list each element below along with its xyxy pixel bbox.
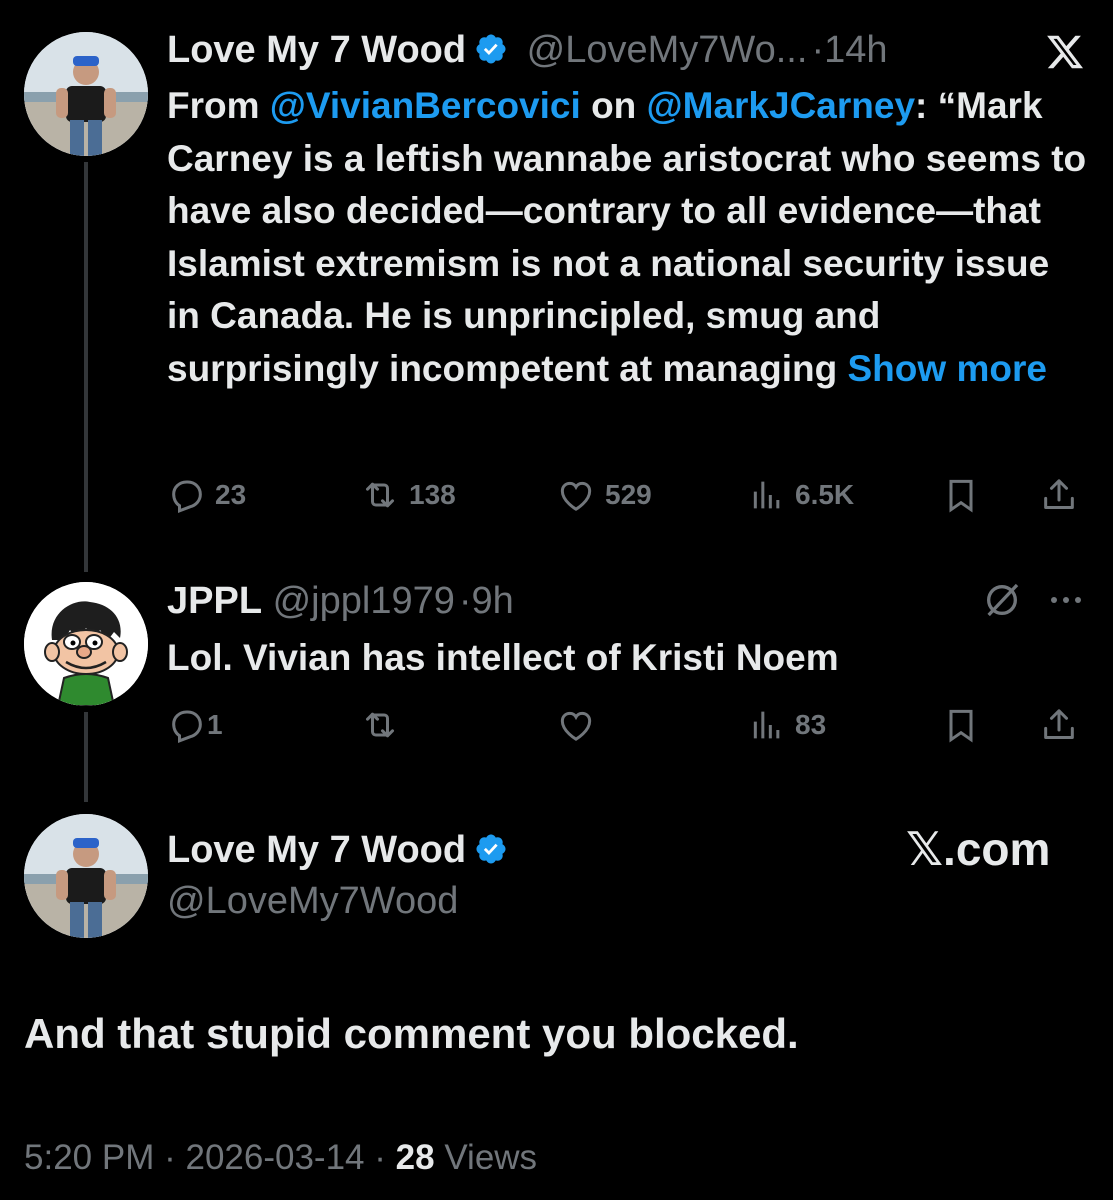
share-icon bbox=[1044, 709, 1074, 739]
text-colon: : bbox=[915, 85, 928, 126]
verified-badge-icon bbox=[474, 30, 508, 78]
post-meta: 5:20 PM · 2026-03-14 · 28 Views bbox=[24, 1133, 537, 1183]
reply-count: 1 bbox=[207, 709, 223, 740]
post-text: Lol. Vivian has intellect of Kristi Noem bbox=[167, 637, 839, 678]
grok-icon[interactable] bbox=[982, 580, 1022, 625]
bookmark-button[interactable] bbox=[941, 475, 981, 515]
avatar[interactable] bbox=[24, 32, 148, 156]
repost-button[interactable]: 138 bbox=[359, 475, 456, 515]
post-body: “Mark Carney is a leftish wannabe aristo… bbox=[167, 85, 1087, 389]
post-time[interactable]: 5:20 PM bbox=[24, 1138, 154, 1177]
more-icon[interactable] bbox=[1046, 588, 1086, 617]
text-on: on bbox=[591, 85, 637, 126]
bookmark-icon bbox=[949, 479, 973, 513]
thread-line-1 bbox=[84, 162, 88, 572]
repost-icon bbox=[366, 482, 394, 508]
views-icon bbox=[753, 711, 780, 739]
text-from: From bbox=[167, 85, 260, 126]
like-button[interactable] bbox=[555, 705, 597, 745]
focused-post-text: And that stupid comment you blocked. bbox=[24, 1010, 799, 1057]
author-handle[interactable]: @jppl1979 bbox=[273, 580, 455, 622]
avatar-photo-icon bbox=[24, 32, 148, 156]
repost-count: 138 bbox=[409, 479, 456, 510]
reply-button[interactable]: 1 bbox=[167, 705, 223, 745]
dot-separator: · bbox=[458, 580, 472, 622]
view-count: 6.5K bbox=[795, 479, 855, 510]
post-time[interactable]: 14h bbox=[824, 29, 887, 71]
reply-button[interactable]: 23 bbox=[167, 475, 246, 515]
post-header: Love My 7 Wood @LoveMy7Wo... ·14h bbox=[167, 26, 888, 78]
post-time[interactable]: 9h bbox=[472, 580, 514, 622]
author-name[interactable]: Love My 7 Wood bbox=[167, 29, 466, 71]
dot-separator: · bbox=[164, 1138, 176, 1177]
share-button[interactable] bbox=[1039, 705, 1079, 745]
share-button[interactable] bbox=[1039, 475, 1079, 515]
post-actions: 23 138 529 6.5K bbox=[167, 470, 1087, 520]
mention-link[interactable]: @MarkJCarney bbox=[647, 85, 916, 126]
site-label: 𝕏.com bbox=[906, 823, 1051, 875]
thread-line-2 bbox=[84, 712, 88, 802]
post-header: JPPL @jppl1979·9h bbox=[167, 577, 514, 625]
like-icon bbox=[560, 481, 592, 511]
post-actions: 1 83 bbox=[167, 700, 1087, 750]
post-text: From @VivianBercovici on @MarkJCarney: “… bbox=[167, 80, 1087, 395]
like-icon bbox=[560, 711, 592, 741]
author-handle[interactable]: @LoveMy7Wo... bbox=[527, 29, 808, 71]
avatar-cartoon-icon bbox=[24, 582, 148, 706]
avatar-photo-icon bbox=[24, 814, 148, 938]
reply-icon bbox=[172, 710, 202, 744]
like-count: 529 bbox=[605, 479, 652, 510]
reply-icon bbox=[172, 480, 202, 514]
avatar[interactable] bbox=[24, 582, 148, 706]
post-date[interactable]: 2026-03-14 bbox=[185, 1138, 364, 1177]
view-count: 83 bbox=[795, 709, 827, 740]
share-icon bbox=[1044, 479, 1074, 509]
mention-link[interactable]: @VivianBercovici bbox=[270, 85, 581, 126]
repost-icon bbox=[366, 712, 394, 738]
views-label: Views bbox=[444, 1138, 538, 1177]
views-icon bbox=[753, 481, 780, 509]
author-name[interactable]: JPPL bbox=[167, 580, 262, 622]
post-header: Love My 7 Wood bbox=[167, 826, 508, 878]
author-name[interactable]: Love My 7 Wood bbox=[167, 829, 466, 871]
bookmark-icon bbox=[949, 709, 973, 743]
repost-button[interactable] bbox=[359, 705, 401, 745]
bookmark-button[interactable] bbox=[941, 705, 981, 745]
dot-separator: · bbox=[811, 29, 825, 71]
author-handle[interactable]: @LoveMy7Wood bbox=[167, 877, 458, 925]
views-button[interactable]: 6.5K bbox=[747, 475, 854, 515]
dot-separator: · bbox=[374, 1138, 386, 1177]
verified-badge-icon bbox=[474, 830, 508, 878]
avatar[interactable] bbox=[24, 814, 148, 938]
views-button[interactable]: 83 bbox=[747, 705, 826, 745]
like-button[interactable]: 529 bbox=[555, 475, 652, 515]
show-more-link[interactable]: Show more bbox=[848, 348, 1047, 389]
views-count: 28 bbox=[395, 1138, 435, 1177]
reply-count: 23 bbox=[215, 479, 247, 510]
x-logo-icon[interactable] bbox=[1044, 32, 1086, 77]
